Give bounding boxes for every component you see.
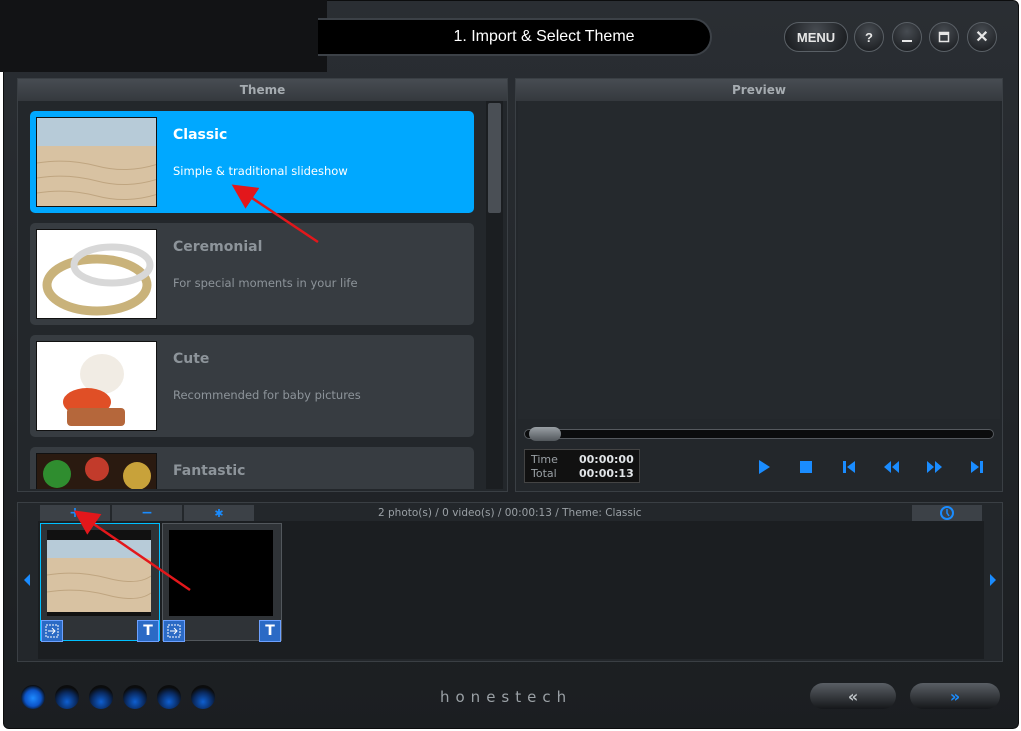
theme-name: Ceremonial [173,239,263,255]
theme-item-cute[interactable]: Cute Recommended for baby pictures [30,335,474,437]
help-button[interactable]: ? [854,22,884,52]
theme-panel-header: Theme [18,79,507,101]
theme-name: Fantastic [173,463,246,479]
preview-screen [518,101,1000,419]
scrollbar-thumb[interactable] [488,103,501,213]
rewind-button[interactable] [880,456,902,478]
timeline-panel: + − ✱ 2 photo(s) / 0 video(s) / 00:00:13… [17,502,1003,662]
next-button[interactable] [966,456,988,478]
skip-forward-icon [971,461,983,473]
minimize-button[interactable] [892,22,922,52]
close-button[interactable]: ✕ [967,22,997,52]
classic-thumbnail [36,117,157,207]
theme-panel: Theme Classic Simple & traditional slide… [17,78,508,492]
theme-list: Classic Simple & traditional slideshow C… [18,101,486,489]
theme-name: Cute [173,351,210,367]
transition-button[interactable] [41,620,63,642]
time-display: Time 00:00:00 Total 00:00:13 [524,449,640,483]
total-label: Total [531,467,557,480]
theme-scrollbar[interactable] [486,101,503,489]
total-value: 00:00:13 [579,467,634,480]
text-button[interactable]: T [259,620,281,642]
maximize-button[interactable] [929,22,959,52]
previous-button[interactable] [838,456,860,478]
timeline-scroll-right[interactable] [988,573,998,591]
stop-icon [800,461,812,473]
black-overlay [0,0,327,72]
theme-item-ceremonial[interactable]: Ceremonial For special moments in your l… [30,223,474,325]
fantastic-thumbnail [36,453,157,489]
arrow-left-icon [24,574,30,586]
timeline-status: 2 photo(s) / 0 video(s) / 00:00:13 / The… [378,507,642,519]
preview-panel-header: Preview [516,79,1002,101]
minimize-icon [902,40,912,42]
next-step-button[interactable]: » [910,683,1000,709]
remove-media-button[interactable]: − [112,505,182,521]
fast-forward-button[interactable] [924,456,946,478]
ceremonial-thumbnail [36,229,157,319]
timeline-clock-button[interactable] [912,505,982,521]
step-title: 1. Import & Select Theme [318,18,712,56]
transition-icon [167,624,181,638]
fast-forward-icon [927,461,942,473]
timeline-scroll-left[interactable] [22,573,32,591]
step-indicator-4[interactable] [123,685,147,709]
effects-button[interactable]: ✱ [184,505,254,521]
playback-progress-slider[interactable] [524,427,994,441]
step-indicator-2[interactable] [55,685,79,709]
photo-thumbnail [169,530,273,616]
transition-button[interactable] [163,620,185,642]
step-title-text: 1. Import & Select Theme [453,28,635,45]
back-button[interactable]: « [810,683,896,709]
clock-icon [940,506,954,520]
maximize-icon [938,31,950,43]
arrow-right-icon [990,574,996,586]
brand-logo: honestech [440,688,573,706]
text-button[interactable]: T [137,620,159,642]
step-indicator-3[interactable] [89,685,113,709]
timeline-strip: T T [38,521,984,659]
theme-item-fantastic[interactable]: Fantastic [30,447,474,489]
theme-description: Simple & traditional slideshow [173,164,348,178]
theme-item-classic[interactable]: Classic Simple & traditional slideshow [30,111,474,213]
rewind-icon [884,461,899,473]
play-button[interactable] [753,456,775,478]
theme-name: Classic [173,127,228,143]
menu-button[interactable]: MENU [784,22,848,52]
stop-button[interactable] [795,456,817,478]
cute-thumbnail [36,341,157,431]
photo-thumbnail [46,530,152,616]
play-icon [759,460,770,474]
step-indicator-1[interactable] [21,685,45,709]
preview-panel: Preview Time 00:00:00 Total 00:00:13 [515,78,1003,492]
timeline-slot-photo-2[interactable]: T [162,523,282,642]
transition-icon [45,624,59,638]
theme-description: For special moments in your life [173,276,358,290]
skip-back-icon [843,461,855,473]
step-indicator-6[interactable] [191,685,215,709]
progress-knob[interactable] [529,427,561,441]
time-value: 00:00:00 [579,453,634,466]
timeline-slot-photo-1[interactable]: T [40,523,160,642]
step-indicator-5[interactable] [157,685,181,709]
add-media-button[interactable]: + [40,505,110,521]
time-label: Time [531,453,558,466]
theme-description: Recommended for baby pictures [173,388,361,402]
